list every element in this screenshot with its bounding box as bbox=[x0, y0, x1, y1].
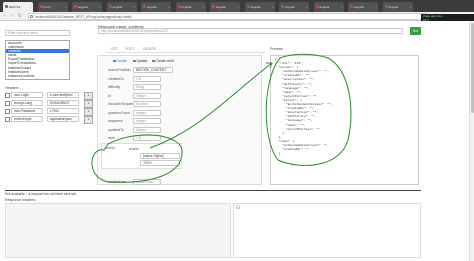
status-text: Not available... a request has not been … bbox=[5, 192, 77, 196]
annotation-circle-preview bbox=[265, 53, 352, 166]
scrollbar[interactable] bbox=[469, 21, 474, 261]
response-headers-box bbox=[5, 203, 231, 258]
annotation-circle-anchor bbox=[91, 134, 183, 183]
divider bbox=[5, 190, 421, 191]
response-headers-label: Response headers bbox=[5, 198, 36, 202]
response-body: {} bbox=[233, 203, 421, 258]
annotation-arrow bbox=[149, 62, 273, 149]
